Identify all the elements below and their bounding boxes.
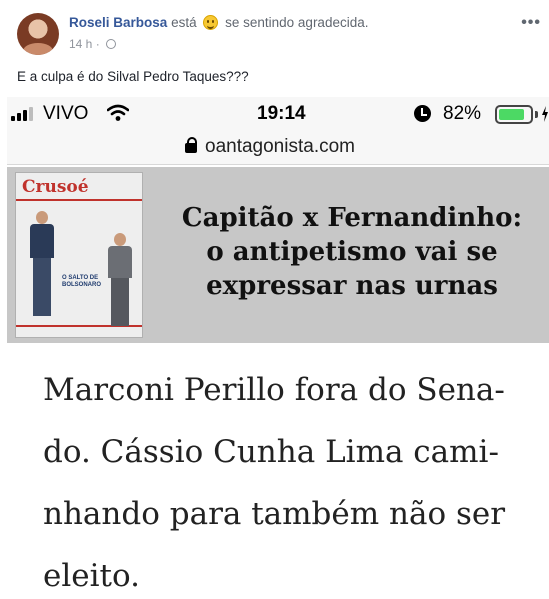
wifi-icon	[107, 104, 129, 121]
article-text: Marconi Perillo fora do Sena- do. Cássio…	[43, 359, 543, 599]
post-text: E a culpa é do Silval Pedro Taques???	[17, 69, 249, 84]
feeling-prefix: está	[171, 15, 197, 30]
post-header: Roseli Barbosa está se sentindo agradeci…	[0, 0, 549, 62]
headline-line: o antipetismo vai se	[206, 237, 498, 267]
post-timestamp[interactable]: 14 h	[69, 37, 92, 51]
alarm-icon	[414, 105, 431, 122]
post-author-line: Roseli Barbosa está se sentindo agradeci…	[69, 15, 368, 30]
headline-line: expressar nas urnas	[206, 271, 498, 301]
article-line: Marconi Perillo fora do Sena-	[43, 372, 505, 408]
smile-emoji-icon	[203, 15, 219, 30]
magazine-brand: Crusoé	[22, 177, 89, 197]
magazine-banner[interactable]: Crusoé O SALTO DE BOLSONARO Capitão x Fe…	[7, 167, 549, 343]
signal-icon	[11, 107, 39, 121]
battery-percentage: 82%	[443, 103, 482, 124]
status-clock: 19:14	[257, 103, 306, 124]
banner-headline: Capitão x Fernandinho: o antipetismo vai…	[155, 201, 549, 303]
battery-icon	[495, 105, 533, 124]
phone-status-bar: VIVO 19:14 82%	[7, 97, 549, 131]
article-line: nhando para também não ser	[43, 496, 506, 532]
headline-line: Capitão x Fernandinho:	[181, 203, 523, 233]
article-line: do. Cássio Cunha Lima cami-	[43, 434, 499, 470]
magazine-cover: Crusoé O SALTO DE BOLSONARO	[15, 172, 143, 338]
battery-tip	[535, 111, 538, 118]
address-url[interactable]: oantagonista.com	[205, 136, 355, 158]
carrier-name: VIVO	[43, 103, 89, 124]
globe-icon[interactable]	[106, 39, 117, 49]
post-meta: 14 h ·	[69, 37, 117, 51]
browser-address-bar[interactable]: oantagonista.com	[7, 131, 549, 165]
shared-screenshot[interactable]: VIVO 19:14 82% oantagonista.com Crusoé O…	[7, 97, 549, 599]
author-avatar[interactable]	[17, 13, 59, 55]
author-name-link[interactable]: Roseli Barbosa	[69, 15, 167, 30]
feeling-text[interactable]: se sentindo agradecida.	[225, 15, 368, 30]
lock-icon	[185, 137, 197, 153]
charging-bolt-icon	[542, 106, 548, 122]
more-options-button[interactable]: •••	[521, 14, 541, 32]
article-line: eleito.	[43, 558, 140, 594]
